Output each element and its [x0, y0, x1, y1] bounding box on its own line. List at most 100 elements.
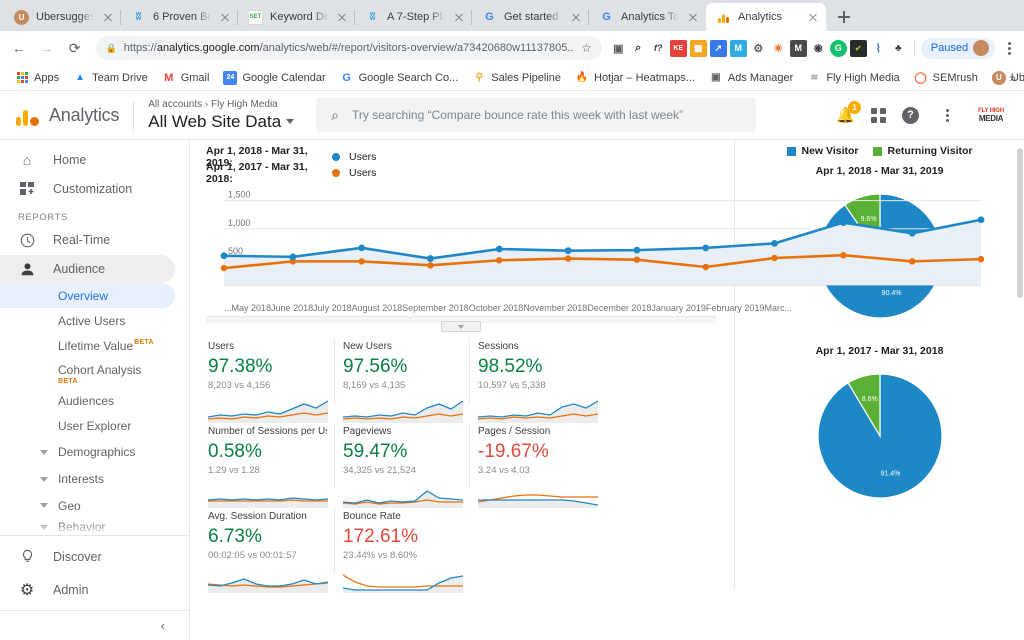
sidebar-item-active-users[interactable]: Active Users [0, 308, 175, 333]
bookmark-ads-manager[interactable]: ▣ Ads Manager [702, 71, 800, 85]
metric-card[interactable]: Bounce Rate 172.61% 23.44% vs 8.60% [335, 505, 470, 593]
sidebar-group-interests[interactable]: Interests [0, 466, 189, 493]
close-icon[interactable] [806, 10, 820, 24]
help-icon[interactable]: ? [902, 106, 919, 124]
browser-tab[interactable]: ʬ A 7-Step Plan to Lose [355, 3, 472, 31]
forward-arrow-icon[interactable]: → [34, 35, 60, 61]
sidebar-item-home[interactable]: ⌂ Home [0, 146, 175, 175]
timeline-plot[interactable]: 1,500 1,000 500 [206, 189, 985, 301]
sidebar-item-discover[interactable]: Discover [0, 540, 175, 573]
mozbar-extension-icon[interactable]: M [789, 39, 807, 57]
bookmark-gmail[interactable]: M Gmail [155, 71, 217, 85]
fontface-extension-icon[interactable]: f? [649, 39, 667, 57]
timeline-zoom-handle[interactable] [441, 321, 481, 332]
close-icon[interactable] [452, 10, 466, 24]
close-icon[interactable] [569, 10, 583, 24]
sidebar-item-real-time[interactable]: Real-Time [0, 226, 175, 255]
back-arrow-icon[interactable]: ← [6, 35, 32, 61]
sidebar-item-label: Home [53, 153, 87, 168]
sidebar-item-audience[interactable]: Audience [0, 254, 175, 284]
bookmark-ubersuggest[interactable]: U Ubersuggest's Fre... [985, 70, 1024, 85]
similarweb-extension-icon[interactable]: ▦ [689, 39, 707, 57]
account-selector[interactable]: All accounts › Fly High Media All Web Si… [148, 98, 295, 132]
visibility-extension-icon[interactable]: ◉ [809, 39, 827, 57]
reload-icon[interactable]: ⟳ [62, 35, 88, 61]
kebab-menu-icon[interactable] [938, 108, 956, 122]
browser-tab[interactable]: SET Keyword Density Chec [238, 3, 355, 31]
metric-card[interactable]: Pageviews 59.47% 34,325 vs 21,524 [335, 420, 470, 508]
metric-card[interactable]: Number of Sessions per User 0.58% 1.29 vs … [200, 420, 335, 508]
ghostery-extension-icon[interactable]: ✳ [769, 39, 787, 57]
sidebar-collapse-button[interactable]: ‹ [0, 610, 189, 640]
timeline-scrollbar[interactable] [206, 316, 716, 332]
screenshot-extension-icon[interactable]: ▣ [609, 39, 627, 57]
bookmark-google-search-console[interactable]: G Google Search Co... [333, 71, 466, 85]
bookmark-fly-high-media[interactable]: ≋ Fly High Media [800, 71, 906, 85]
sidebar-item-cohort-analysis[interactable]: Cohort Analysis BETA [0, 359, 175, 389]
metric-card[interactable]: Users 97.38% 8,203 vs 4,156 [200, 335, 335, 423]
sidebar-item-user-explorer[interactable]: User Explorer [0, 414, 175, 439]
legend-item-returning-visitor[interactable]: Returning Visitor [872, 145, 972, 157]
close-icon[interactable] [686, 10, 700, 24]
address-bar[interactable]: 🔒 https://analytics.google.com/analytics… [95, 36, 602, 60]
settings-extension-icon[interactable]: ⚙ [749, 39, 767, 57]
browser-tab[interactable]: G Analytics Tools & Solu [589, 3, 706, 31]
main-scrollbar[interactable] [1016, 140, 1024, 640]
search-input[interactable]: ⌕ Try searching “Compare bounce rate thi… [316, 98, 757, 132]
sidebar-item-lifetime-value[interactable]: Lifetime Value BETA [0, 334, 175, 359]
keywords-everywhere-extension-icon[interactable]: KE [669, 39, 687, 57]
pie-chart-previous[interactable]: 91.4% 8.6% [735, 361, 1024, 511]
scrollbar-thumb[interactable] [1017, 148, 1023, 298]
search-icon: ⌕ [331, 106, 339, 123]
bookmark-apps[interactable]: Apps [8, 71, 66, 85]
bookmark-team-drive[interactable]: ▲ Team Drive [66, 71, 155, 85]
bell-icon[interactable]: 🔔 1 [836, 101, 861, 124]
star-icon[interactable]: ☆ [581, 41, 592, 55]
property-selector[interactable]: All Web Site Data [148, 111, 295, 132]
curve-extension-icon[interactable]: ⌇ [869, 39, 887, 57]
bookmark-hotjar[interactable]: 🔥 Hotjar – Heatmaps... [568, 71, 702, 85]
browser-tab[interactable]: G Get started with Analy [472, 3, 589, 31]
bookmark-google-calendar[interactable]: 24 Google Calendar [216, 70, 332, 85]
checker-extension-icon[interactable]: ✔ [849, 39, 867, 57]
browser-tab[interactable]: ʬ 6 Proven Benefits of A [121, 3, 238, 31]
browser-tab-active[interactable]: Analytics [706, 3, 826, 31]
sidebar-item-label: Lifetime Value [58, 339, 134, 354]
sidebar-bottom: Discover ⚙ Admin ‹ [0, 535, 189, 640]
metric-card[interactable]: Pages / Session -19.67% 3.24 vs 4.03 [470, 420, 605, 508]
sidebar-item-overview[interactable]: Overview [0, 283, 175, 309]
legend-row-previous: Apr 1, 2017 - Mar 31, 2018: Users [206, 161, 716, 185]
search-extension-icon[interactable]: ⌕ [629, 39, 647, 57]
metric-card[interactable]: Sessions 98.52% 10,597 vs 5,338 [470, 335, 605, 423]
close-icon[interactable] [218, 10, 232, 24]
browser-tab[interactable]: U Ubersuggest [4, 3, 121, 31]
metric-card[interactable]: Avg. Session Duration 6.73% 00:02:05 vs 00… [200, 505, 335, 593]
sidebar-item-customization[interactable]: Customization [0, 175, 175, 204]
person-icon [18, 262, 36, 277]
bookmark-semrush[interactable]: ◯ SEMrush [907, 71, 985, 85]
sidebar-group-demographics[interactable]: Demographics [0, 439, 189, 466]
bookmark-sales-pipeline[interactable]: ⚲ Sales Pipeline [465, 71, 568, 85]
sidebar-group-behavior[interactable]: Behavior [0, 519, 189, 535]
linkclump-extension-icon[interactable]: ↗ [709, 39, 727, 57]
kebab-menu-icon[interactable] [1000, 41, 1018, 55]
profile-status-chip[interactable]: Paused [920, 37, 996, 59]
sidebar-group-geo[interactable]: Geo [0, 493, 189, 520]
apps-grid-icon[interactable] [871, 107, 886, 123]
sidebar-item-admin[interactable]: ⚙ Admin [0, 573, 175, 606]
bookmarks-overflow-icon[interactable]: » [1009, 71, 1016, 85]
pipeline-icon: ⚲ [475, 72, 483, 83]
moz-extension-icon[interactable]: M [729, 39, 747, 57]
pie-title-previous: Apr 1, 2017 - Mar 31, 2018 [815, 345, 944, 357]
close-icon[interactable] [335, 10, 349, 24]
metric-card[interactable]: New Users 97.56% 8,169 vs 4,135 [335, 335, 470, 423]
x-tick-label: January 2019 [651, 303, 706, 313]
grammarly-extension-icon[interactable]: G [829, 39, 847, 57]
legend-item-new-visitor[interactable]: New Visitor [786, 145, 859, 157]
new-tab-button[interactable] [830, 3, 858, 31]
close-icon[interactable] [101, 10, 115, 24]
evernote-extension-icon[interactable]: ♣ [889, 39, 907, 57]
metric-comparison: 23.44% vs 8.60% [343, 550, 417, 561]
drive-icon: ▲ [75, 72, 86, 83]
sidebar-item-audiences[interactable]: Audiences [0, 389, 175, 414]
